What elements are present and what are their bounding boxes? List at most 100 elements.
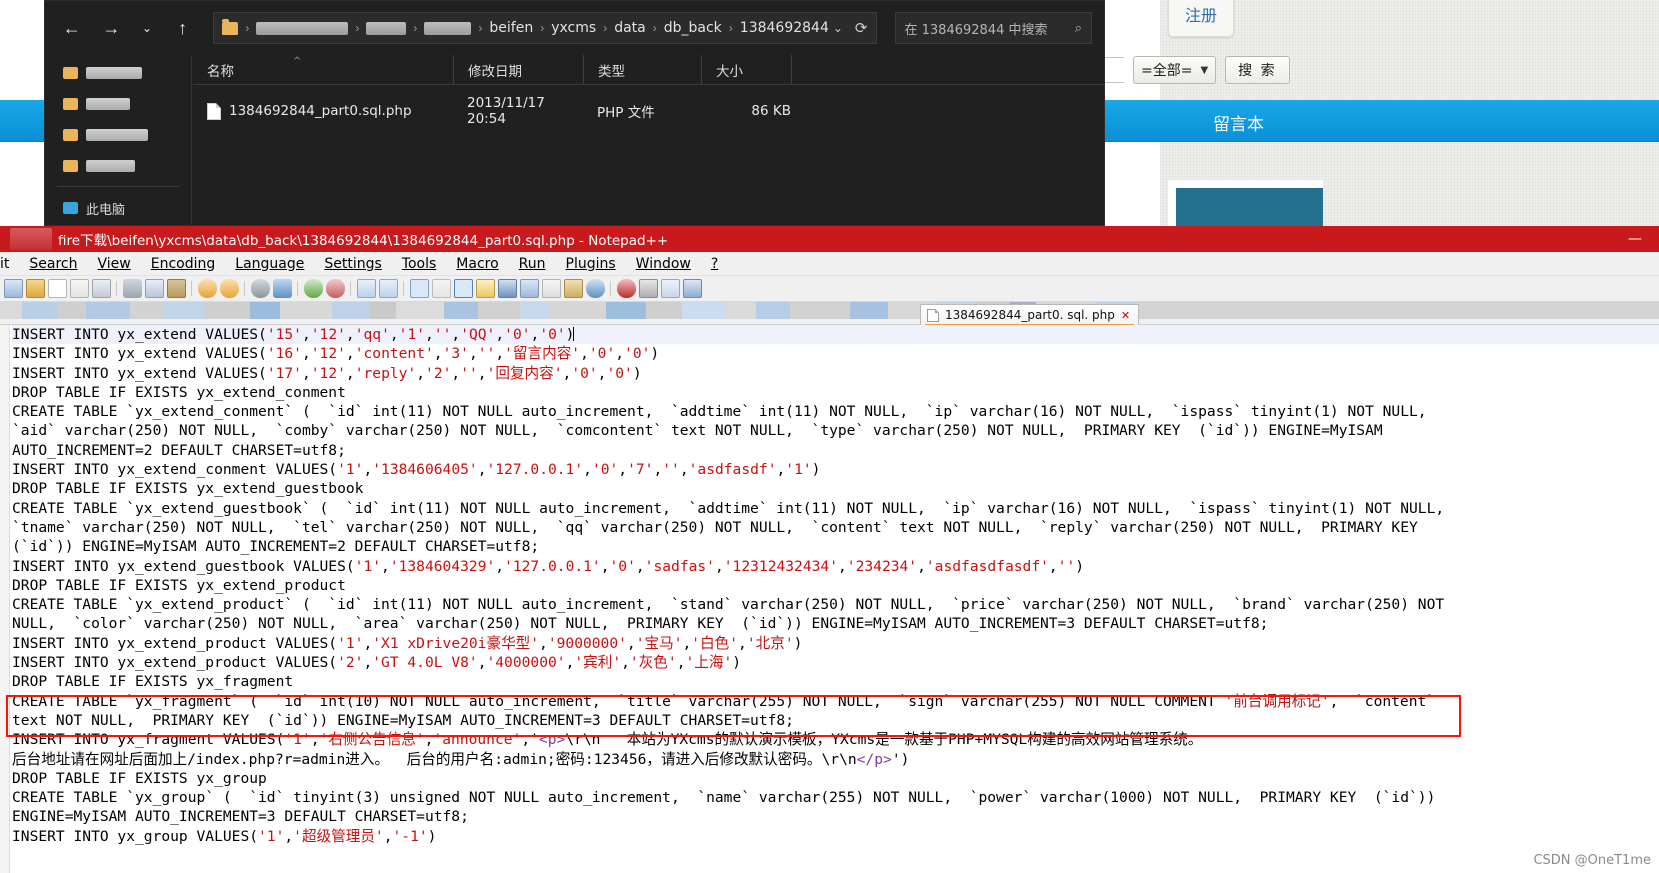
editor-line: 后台地址请在网址后面加上/index.php?r=admin进入。 后台的用户名… bbox=[12, 750, 910, 768]
back-arrow-icon[interactable]: ← bbox=[57, 13, 87, 43]
save-all-icon[interactable] bbox=[70, 279, 89, 298]
nav-pane-item[interactable] bbox=[63, 93, 173, 115]
notepadpp-titlebar: fire下载\beifen\yxcms\data\db_back\1384692… bbox=[0, 226, 1659, 252]
menu-label: Window bbox=[635, 255, 691, 272]
copy-icon[interactable] bbox=[145, 279, 164, 298]
column-header-name-label: 名称 bbox=[207, 63, 234, 80]
close-icon[interactable]: ✕ bbox=[1121, 309, 1130, 322]
nav-pane-item-this-pc[interactable]: 此电脑 bbox=[63, 197, 173, 219]
zoom-out-icon[interactable] bbox=[326, 279, 345, 298]
menu-item-view[interactable]: View bbox=[88, 252, 141, 275]
undo-icon[interactable] bbox=[198, 279, 217, 298]
editor-line: INSERT INTO yx_extend_guestbook VALUES('… bbox=[12, 557, 1085, 575]
print-icon[interactable] bbox=[92, 279, 111, 298]
notepadpp-editor[interactable]: INSERT INTO yx_extend VALUES('15','12','… bbox=[0, 325, 1659, 873]
user-defined-language-icon[interactable] bbox=[476, 279, 495, 298]
editor-line: DROP TABLE IF EXISTS yx_extend_guestbook bbox=[12, 480, 364, 498]
redo-icon[interactable] bbox=[220, 279, 239, 298]
function-list-icon[interactable] bbox=[520, 279, 539, 298]
address-bar[interactable]: › › › › beifen › yxcms › data › db_back … bbox=[213, 12, 877, 44]
sync-horizontal-scrolling-icon[interactable] bbox=[379, 279, 398, 298]
explorer-search-input[interactable]: 在 1384692844 中搜索 ⌕ bbox=[894, 12, 1092, 44]
file-name-cell[interactable]: 1384692844_part0.sql.php bbox=[193, 102, 453, 120]
explorer-navigation-pane: 此电脑 bbox=[45, 55, 192, 225]
forward-arrow-icon[interactable]: → bbox=[97, 13, 127, 43]
column-header-type[interactable]: 类型 bbox=[583, 55, 701, 84]
nav-pane-item[interactable] bbox=[63, 155, 173, 177]
document-map-icon[interactable] bbox=[498, 279, 517, 298]
recent-locations-chevron-down-icon[interactable]: ⌄ bbox=[136, 13, 158, 43]
editor-code-text[interactable]: INSERT INTO yx_extend VALUES('15','12','… bbox=[12, 325, 1659, 873]
column-header-modified[interactable]: 修改日期 bbox=[453, 55, 583, 84]
menu-item-run[interactable]: Run bbox=[509, 252, 556, 275]
redacted-label bbox=[86, 129, 148, 141]
editor-line: NULL, `color` varchar(250) NOT NULL, `ar… bbox=[12, 615, 1269, 633]
new-file-icon[interactable] bbox=[4, 279, 23, 298]
table-row[interactable]: 1384692844_part0.sql.php 2013/11/17 20:5… bbox=[193, 94, 1104, 128]
column-header-size[interactable]: 大小 bbox=[701, 55, 791, 84]
editor-line: AUTO_INCREMENT=2 DEFAULT CHARSET=utf8; bbox=[12, 441, 346, 459]
register-link[interactable]: 注册 bbox=[1168, 0, 1235, 37]
run-macro-multiple-icon[interactable] bbox=[683, 279, 702, 298]
preview-eye-icon[interactable] bbox=[586, 279, 605, 298]
webpage-category-select[interactable]: =全部= ▼ bbox=[1133, 56, 1217, 84]
find-icon[interactable] bbox=[251, 279, 270, 298]
breadcrumb-item-yxcms[interactable]: yxcms bbox=[551, 20, 596, 36]
editor-line: INSERT INTO yx_extend_conment VALUES('1'… bbox=[12, 461, 821, 479]
nav-pane-item[interactable] bbox=[63, 124, 173, 146]
cut-icon[interactable] bbox=[123, 279, 142, 298]
breadcrumb-item-data[interactable]: data bbox=[614, 20, 646, 36]
replace-icon[interactable] bbox=[273, 279, 292, 298]
playback-macro-icon[interactable] bbox=[661, 279, 680, 298]
breadcrumb-item-beifen[interactable]: beifen bbox=[489, 20, 533, 36]
menu-item-edit[interactable]: it bbox=[0, 252, 19, 275]
menu-label: Run bbox=[518, 255, 546, 272]
menu-item-tools[interactable]: Tools bbox=[392, 252, 447, 275]
up-arrow-icon[interactable]: ↑ bbox=[168, 13, 198, 43]
menu-item-macro[interactable]: Macro bbox=[446, 252, 508, 275]
save-icon[interactable] bbox=[48, 279, 67, 298]
breadcrumb-separator: › bbox=[245, 21, 250, 35]
redacted-label bbox=[86, 160, 135, 172]
sync-vertical-scrolling-icon[interactable] bbox=[357, 279, 376, 298]
editor-line: `tname` varchar(250) NOT NULL, `tel` var… bbox=[12, 518, 1418, 536]
redacted-ruler-strip bbox=[0, 302, 1659, 319]
open-file-icon[interactable] bbox=[26, 279, 45, 298]
nav-pane-item-label: 此电脑 bbox=[86, 202, 126, 218]
menu-item-plugins[interactable]: Plugins bbox=[556, 252, 626, 275]
indent-guideline-icon[interactable] bbox=[454, 279, 473, 298]
record-macro-icon[interactable] bbox=[617, 279, 636, 298]
breadcrumb-item-1384692844[interactable]: 1384692844 bbox=[740, 20, 829, 36]
column-header-spacer bbox=[791, 55, 821, 84]
menu-item-search[interactable]: Search bbox=[19, 252, 87, 275]
editor-line: INSERT INTO yx_extend VALUES('16','12','… bbox=[12, 345, 660, 363]
stop-macro-icon[interactable] bbox=[639, 279, 658, 298]
editor-line: INSERT INTO yx_extend_product VALUES('1'… bbox=[12, 634, 803, 652]
menu-item-settings[interactable]: Settings bbox=[314, 252, 391, 275]
show-all-characters-icon[interactable] bbox=[432, 279, 451, 298]
menu-item-encoding[interactable]: Encoding bbox=[141, 252, 226, 275]
minimize-button[interactable]: — bbox=[1621, 228, 1649, 250]
nav-pane-item[interactable] bbox=[63, 62, 173, 84]
explorer-file-list: 名称 ^ 修改日期 类型 大小 1384692844_part0.sql.php… bbox=[193, 55, 1104, 225]
menu-item-help[interactable]: ? bbox=[701, 252, 728, 275]
paste-icon[interactable] bbox=[167, 279, 186, 298]
editor-line: `aid` varchar(250) NOT NULL, `comby` var… bbox=[12, 422, 1383, 440]
breadcrumb-item-db-back[interactable]: db_back bbox=[664, 20, 722, 36]
address-dropdown-chevron-down-icon[interactable]: ⌄ bbox=[833, 21, 843, 35]
menu-item-language[interactable]: Language bbox=[225, 252, 314, 275]
editor-line: INSERT INTO yx_extend_product VALUES('2'… bbox=[12, 654, 742, 672]
refresh-icon[interactable]: ⟳ bbox=[855, 19, 868, 37]
php-file-icon bbox=[207, 102, 221, 120]
folder-as-workspace-icon[interactable] bbox=[542, 279, 561, 298]
menu-item-window[interactable]: Window bbox=[626, 252, 701, 275]
column-header-name[interactable]: 名称 ^ bbox=[193, 55, 453, 84]
monitoring-icon[interactable] bbox=[564, 279, 583, 298]
webpage-search-button[interactable]: 搜 索 bbox=[1225, 56, 1290, 84]
editor-tab-1384692844-part0[interactable]: 1384692844_part0. sql. php ✕ bbox=[920, 304, 1140, 326]
editor-line: text NOT NULL, PRIMARY KEY (`id`)) ENGIN… bbox=[12, 711, 794, 729]
word-wrap-icon[interactable] bbox=[410, 279, 429, 298]
toolbar-separator bbox=[242, 279, 248, 298]
editor-line: DROP TABLE IF EXISTS yx_group bbox=[12, 769, 267, 787]
zoom-in-icon[interactable] bbox=[304, 279, 323, 298]
